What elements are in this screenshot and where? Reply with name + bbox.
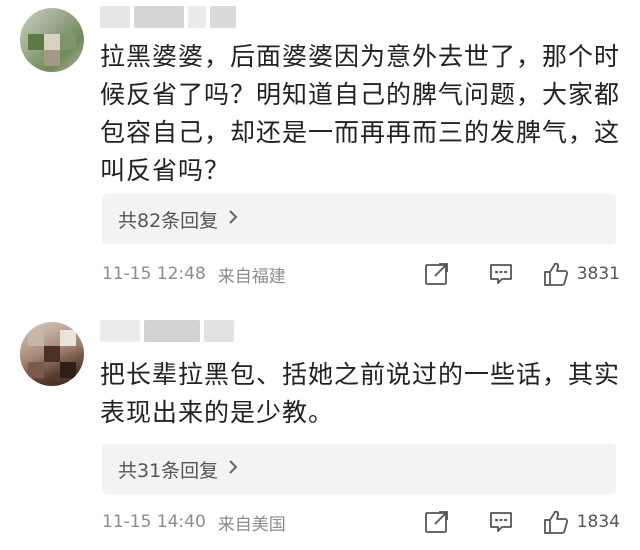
- location: 来自美国: [217, 514, 286, 535]
- comment-item: 拉黑婆婆，后面婆婆因为意外去世了，那个时候反省了吗？明知道自己的脾气问题，大家都…: [0, 0, 640, 304]
- share-icon[interactable]: [415, 256, 459, 292]
- timestamp: 11-15 12:48: [102, 264, 206, 284]
- share-icon[interactable]: [415, 504, 459, 540]
- comment-icon[interactable]: [479, 256, 523, 292]
- like-button[interactable]: 1834: [543, 504, 620, 540]
- avatar[interactable]: [20, 8, 84, 72]
- username[interactable]: [100, 318, 234, 344]
- like-count: 1834: [576, 512, 620, 532]
- replies-label: 共82条回复: [118, 209, 219, 232]
- like-count: 3831: [576, 264, 620, 284]
- comment-actions: 3831: [415, 256, 620, 292]
- chevron-right-icon: [228, 459, 238, 479]
- timestamp: 11-15 14:40: [102, 512, 206, 532]
- location: 来自福建: [217, 266, 286, 287]
- comment-actions: 1834: [415, 504, 620, 540]
- comment-icon[interactable]: [479, 504, 523, 540]
- replies-label: 共31条回复: [118, 459, 219, 482]
- replies-button[interactable]: 共82条回复: [102, 194, 616, 244]
- username[interactable]: [100, 4, 236, 30]
- comment-text: 把长辈拉黑包、括她之前说过的一些话，其实表现出来的是少教。: [100, 360, 621, 427]
- comment-text: 拉黑婆婆，后面婆婆因为意外去世了，那个时候反省了吗？明知道自己的脾气问题，大家都…: [100, 42, 621, 185]
- comment-meta: 11-15 14:40 来自美国: [102, 504, 286, 540]
- comment-meta: 11-15 12:48 来自福建: [102, 256, 286, 292]
- like-button[interactable]: 3831: [543, 256, 620, 292]
- thumbs-up-icon: [543, 510, 568, 534]
- replies-button[interactable]: 共31条回复: [102, 444, 616, 494]
- comment-item: 把长辈拉黑包、括她之前说过的一些话，其实表现出来的是少教。 共31条回复 11-…: [0, 304, 640, 550]
- chevron-right-icon: [228, 209, 238, 229]
- avatar[interactable]: [20, 322, 84, 386]
- thumbs-up-icon: [543, 262, 568, 286]
